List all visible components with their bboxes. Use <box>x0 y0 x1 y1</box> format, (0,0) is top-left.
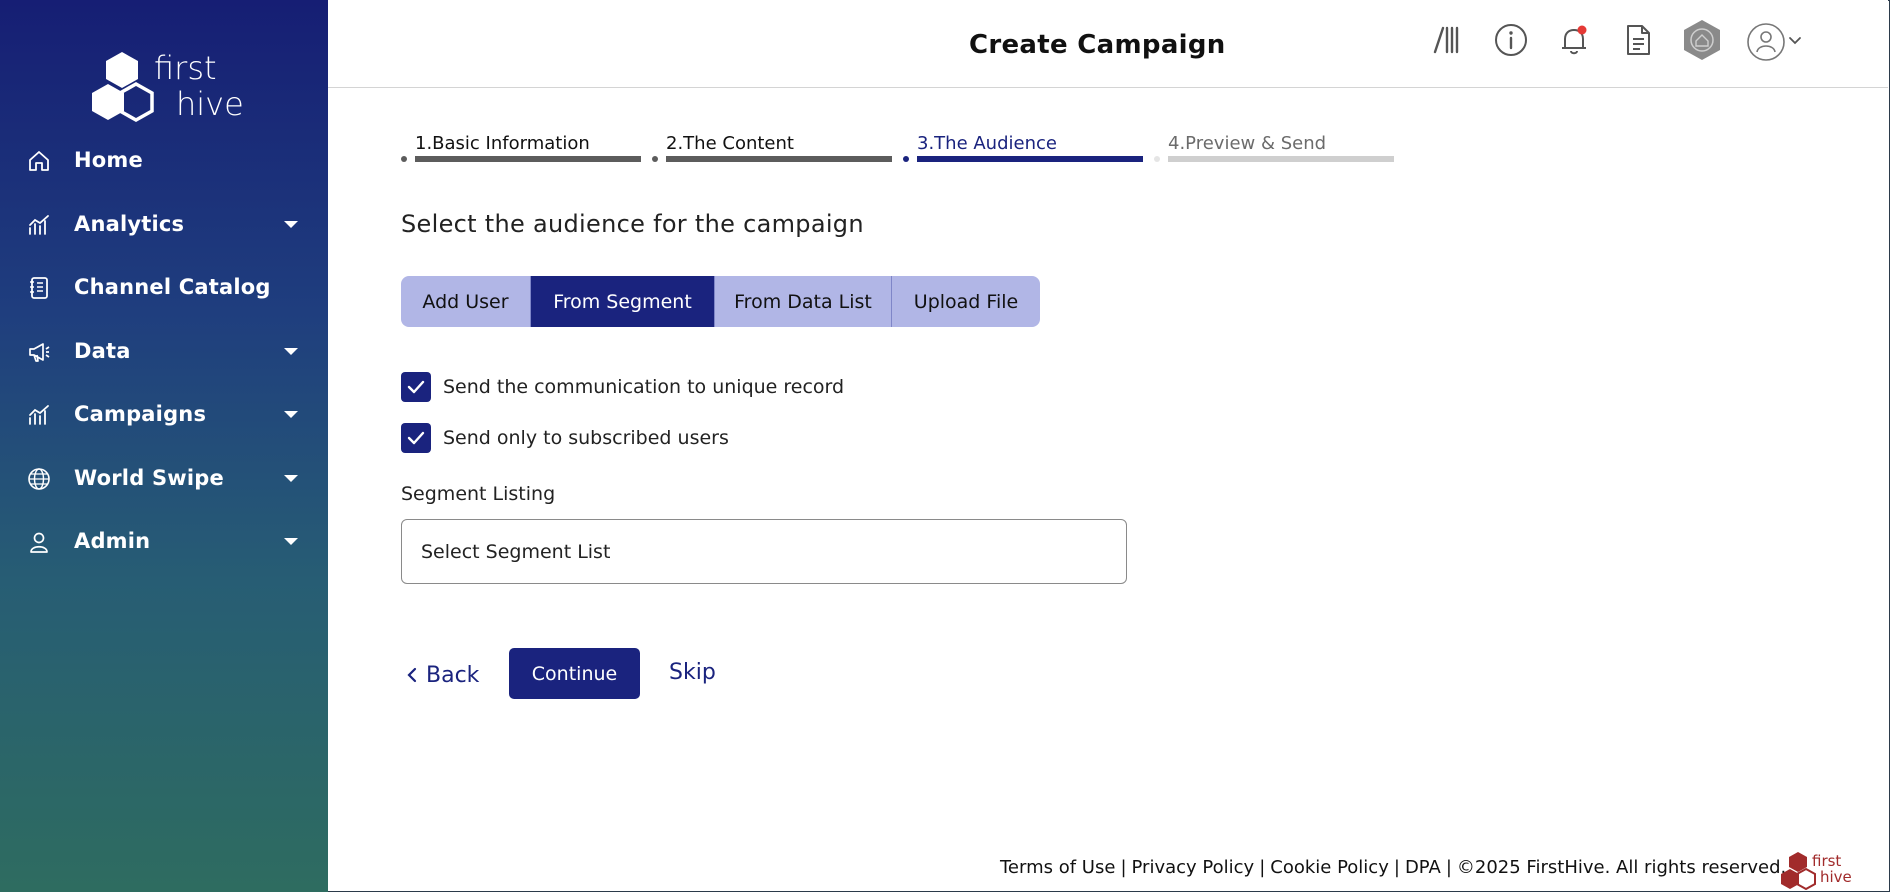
checkbox-label: Send the communication to unique record <box>443 376 845 398</box>
user-icon <box>30 532 48 553</box>
checkmark-icon <box>407 380 425 394</box>
step-basic-information[interactable]: 1.Basic Information <box>401 133 645 167</box>
step-the-content[interactable]: 2.The Content <box>652 133 896 167</box>
sidebar-item-label: Home <box>74 148 143 172</box>
logo-text-hive: hive <box>176 85 244 123</box>
tab-from-data-list[interactable]: From Data List <box>715 276 892 327</box>
page-title: Create Campaign <box>969 30 1226 60</box>
sidebar-item-world-swipe[interactable]: World Swipe <box>0 454 328 502</box>
footer-separator: | <box>1393 857 1400 878</box>
unique-record-checkbox[interactable] <box>401 372 431 402</box>
top-header: Create Campaign <box>328 0 1888 88</box>
document-icon[interactable] <box>1620 22 1656 58</box>
footer-logo-first: first <box>1812 852 1842 870</box>
home-icon <box>29 151 49 171</box>
step-preview-send[interactable]: 4.Preview & Send <box>1154 133 1398 167</box>
footer-separator: | <box>1445 857 1452 878</box>
segment-list-select[interactable]: Select Segment List <box>401 519 1127 584</box>
footer: Terms of Use | Privacy Policy | Cookie Polic… <box>1000 857 1786 878</box>
footer-logo: first hive <box>1780 850 1860 890</box>
privacy-link[interactable]: Privacy Policy <box>1132 857 1255 878</box>
checkmark-icon <box>407 431 425 445</box>
notification-dot <box>1577 25 1587 35</box>
dpa-link[interactable]: DPA <box>1405 857 1441 878</box>
sidebar-item-admin[interactable]: Admin <box>0 517 328 565</box>
footer-logo-hive: hive <box>1820 868 1852 886</box>
step-label: 4.Preview & Send <box>1168 133 1327 154</box>
copyright-text: ©2025 FirstHive. All rights reserved. <box>1456 857 1787 878</box>
step-progress-bar <box>917 156 1143 162</box>
segment-listing-label: Segment Listing <box>401 483 556 505</box>
step-label: 2.The Content <box>666 133 794 154</box>
hexagon-logo-icon <box>1781 852 1816 890</box>
step-label: 1.Basic Information <box>415 133 590 154</box>
subscribed-users-option: Send only to subscribed users <box>401 423 729 453</box>
megaphone-icon <box>29 343 50 362</box>
step-label: 3.The Audience <box>917 133 1057 154</box>
unique-record-option: Send the communication to unique record <box>401 372 844 402</box>
sidebar-item-label: Data <box>74 339 131 363</box>
subscribed-users-checkbox[interactable] <box>401 423 431 453</box>
skip-button[interactable]: Skip <box>669 660 716 685</box>
footer-separator: | <box>1120 857 1127 878</box>
section-title: Select the audience for the campaign <box>401 210 864 238</box>
bell-icon[interactable] <box>1556 22 1592 58</box>
cookie-link[interactable]: Cookie Policy <box>1270 857 1389 878</box>
sidebar: first hive Home Analytics Channel Catalo… <box>0 0 328 892</box>
continue-button[interactable]: Continue <box>509 648 640 699</box>
sidebar-item-home[interactable]: Home <box>0 136 328 184</box>
step-dot <box>652 156 658 162</box>
hexagon-logo-icon <box>92 52 154 123</box>
campaigns-icon <box>29 405 49 425</box>
hexagon-home-icon[interactable] <box>1680 18 1724 62</box>
caret-down-icon <box>284 221 298 228</box>
audience-source-tabs: Add User From Segment From Data List Upl… <box>401 276 1040 327</box>
caret-down-icon <box>284 348 298 355</box>
catalog-icon <box>30 277 48 299</box>
chevron-left-icon <box>407 667 417 683</box>
sidebar-item-label: World Swipe <box>74 466 224 490</box>
back-label: Back <box>426 662 480 688</box>
library-icon[interactable] <box>1430 22 1466 58</box>
step-the-audience[interactable]: 3.The Audience <box>903 133 1147 167</box>
terms-link[interactable]: Terms of Use <box>1000 857 1115 878</box>
footer-separator: | <box>1259 857 1266 878</box>
sidebar-item-data[interactable]: Data <box>0 327 328 375</box>
step-dot <box>903 156 909 162</box>
caret-down-icon <box>284 538 298 545</box>
caret-down-icon <box>284 475 298 482</box>
chevron-down-icon[interactable] <box>1788 34 1802 48</box>
step-progress-bar <box>666 156 892 162</box>
globe-icon <box>28 468 50 490</box>
checkbox-label: Send only to subscribed users <box>443 427 729 449</box>
step-dot <box>401 156 407 162</box>
info-icon[interactable] <box>1493 22 1529 58</box>
back-button[interactable]: Back <box>404 660 479 690</box>
firsthive-logo[interactable]: first hive <box>92 49 244 130</box>
tab-add-user[interactable]: Add User <box>401 276 531 327</box>
sidebar-item-campaigns[interactable]: Campaigns <box>0 390 328 438</box>
tab-upload-file[interactable]: Upload File <box>892 276 1040 327</box>
sidebar-item-channel-catalog[interactable]: Channel Catalog <box>0 263 328 311</box>
sidebar-item-label: Campaigns <box>74 402 207 426</box>
analytics-icon <box>29 215 49 235</box>
step-progress-bar <box>415 156 641 162</box>
profile-icon[interactable] <box>1746 22 1786 62</box>
logo-text-first: first <box>154 49 217 87</box>
sidebar-item-label: Admin <box>74 529 151 553</box>
sidebar-item-analytics[interactable]: Analytics <box>0 200 328 248</box>
caret-down-icon <box>284 411 298 418</box>
sidebar-item-label: Channel Catalog <box>74 275 271 299</box>
segment-select-value: Select Segment List <box>421 541 611 563</box>
tab-from-segment[interactable]: From Segment <box>531 276 715 327</box>
step-dot <box>1154 156 1160 162</box>
sidebar-item-label: Analytics <box>74 212 185 236</box>
step-progress-bar <box>1168 156 1394 162</box>
